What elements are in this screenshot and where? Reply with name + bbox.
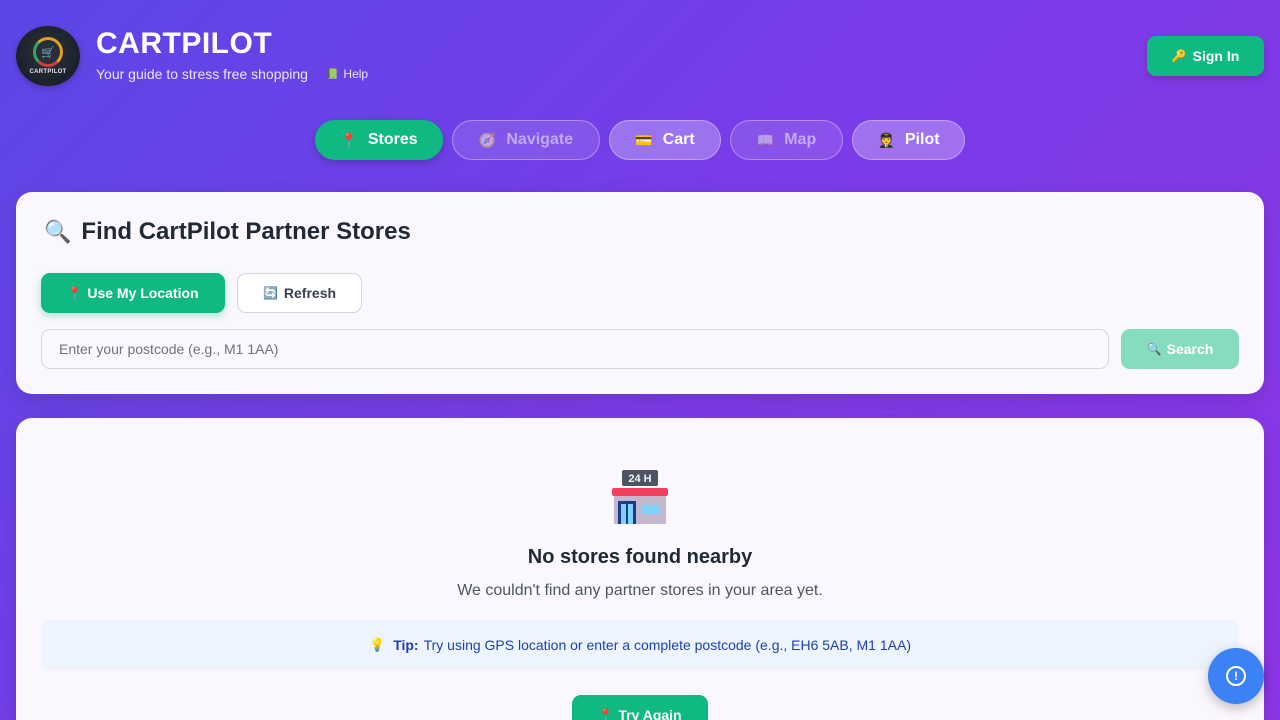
search-title-text: Find CartPilot Partner Stores	[81, 218, 411, 245]
alert-circle-icon: !	[1226, 666, 1246, 686]
brand: CARTPILOT Your guide to stress free shop…	[96, 26, 368, 82]
compass-icon: 🧭	[478, 131, 497, 148]
tab-label: Pilot	[904, 131, 940, 148]
book-icon: 📗	[325, 68, 339, 80]
tab-label: Stores	[367, 131, 418, 148]
sign-in-label: Sign In	[1192, 48, 1240, 64]
refresh-button[interactable]: 🔄 Refresh	[237, 273, 362, 313]
logo-ring-icon: 🛒	[33, 37, 63, 67]
logo-text: CARTPILOT	[29, 69, 67, 75]
tab-label: Navigate	[506, 131, 574, 148]
lightbulb-icon: 💡	[369, 637, 386, 652]
tab-label: Cart	[662, 131, 695, 148]
results-card: 24 H No stores found nearby We couldn't …	[16, 418, 1264, 720]
help-label: Help	[343, 67, 369, 81]
sign-in-button[interactable]: 🔑 Sign In	[1147, 36, 1264, 76]
search-label: Search	[1166, 341, 1214, 357]
tip-text: Try using GPS location or enter a comple…	[423, 637, 911, 653]
key-icon: 🔑	[1171, 49, 1187, 63]
tip-banner: 💡 Tip: Try using GPS location or enter a…	[41, 620, 1239, 670]
brand-subtitle: Your guide to stress free shopping 📗 Hel…	[96, 66, 368, 82]
cart-icon: 🛒	[41, 46, 55, 59]
empty-state-description: We couldn't find any partner stores in y…	[457, 582, 823, 599]
try-again-button[interactable]: 📍 Try Again	[572, 695, 708, 720]
magnifier-icon: 🔍	[44, 219, 72, 244]
convenience-store-icon: 24 H	[612, 470, 668, 524]
tab-stores[interactable]: 📍 Stores	[315, 120, 443, 160]
feedback-fab-button[interactable]: !	[1208, 648, 1264, 704]
empty-state-title: No stores found nearby	[527, 546, 753, 568]
pin-icon: 📍	[340, 131, 358, 148]
tab-navigate[interactable]: 🧭 Navigate	[452, 120, 600, 160]
tab-pilot[interactable]: 🧑‍✈️ Pilot	[852, 120, 965, 160]
store-sign-text: 24 H	[628, 473, 651, 485]
search-button[interactable]: 🔍 Search	[1121, 329, 1239, 369]
store-search-card: 🔍 Find CartPilot Partner Stores 📍 Use My…	[16, 192, 1264, 394]
main-nav: 📍 Stores 🧭 Navigate 💳 Cart 📖 Map 🧑‍✈️ Pi…	[315, 120, 965, 160]
cartpilot-logo: 🛒 CARTPILOT	[16, 26, 80, 86]
tab-map[interactable]: 📖 Map	[730, 120, 843, 160]
use-location-label: Use My Location	[87, 285, 199, 301]
pin-icon: 📍	[67, 286, 83, 300]
tab-cart[interactable]: 💳 Cart	[609, 120, 721, 160]
app-header: 🛒 CARTPILOT CARTPILOT Your guide to stre…	[16, 26, 368, 86]
postcode-input[interactable]	[41, 329, 1109, 369]
pilot-icon: 🧑‍✈️	[877, 131, 895, 148]
use-my-location-button[interactable]: 📍 Use My Location	[41, 273, 225, 313]
search-icon: 🔍	[1146, 342, 1162, 356]
app-title: CARTPILOT	[96, 27, 273, 60]
card-icon: 💳	[635, 131, 653, 148]
map-icon: 📖	[756, 131, 775, 148]
refresh-label: Refresh	[283, 285, 337, 301]
help-link[interactable]: 📗 Help	[326, 67, 368, 81]
tip-label: Tip:	[393, 637, 419, 653]
pin-icon: 📍	[598, 708, 614, 720]
tab-label: Map	[784, 131, 817, 148]
search-title: 🔍 Find CartPilot Partner Stores	[44, 218, 411, 246]
try-again-label: Try Again	[618, 707, 682, 720]
tagline: Your guide to stress free shopping	[96, 66, 308, 82]
refresh-icon: 🔄	[262, 286, 278, 300]
